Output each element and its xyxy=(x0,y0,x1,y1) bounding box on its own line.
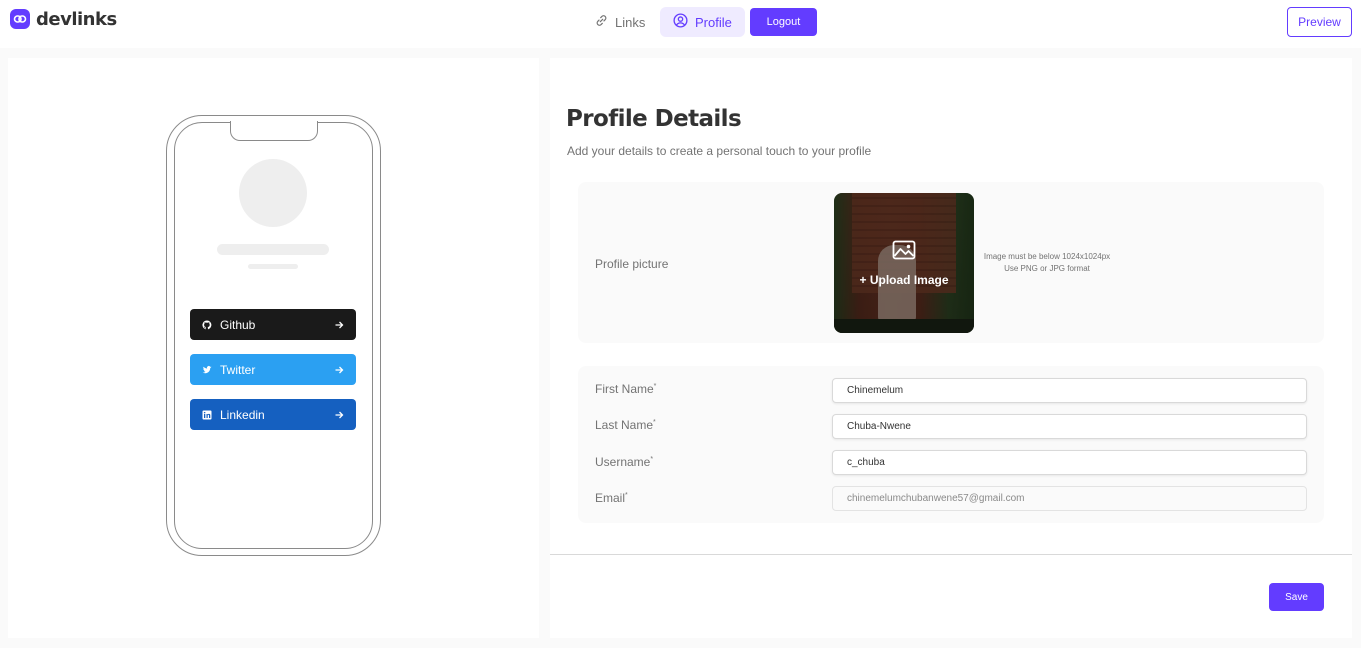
tab-links-label: Links xyxy=(615,14,646,30)
top-nav-bar: devlinks Links Profile Logout Preview xyxy=(0,0,1361,48)
phone-notch xyxy=(230,121,318,141)
email-placeholder xyxy=(248,264,298,269)
first-name-label-text: First Name xyxy=(595,382,654,396)
required-marker: * xyxy=(625,492,628,499)
email-label-text: Email xyxy=(595,491,626,505)
preview-link-label: Github xyxy=(220,317,256,332)
username-label: Username* xyxy=(595,455,653,469)
footer-divider xyxy=(550,554,1352,555)
app-logo[interactable]: devlinks xyxy=(10,8,117,30)
page-subtitle: Add your details to create a personal to… xyxy=(567,144,872,158)
tab-links[interactable]: Links xyxy=(582,7,658,37)
required-marker: * xyxy=(653,383,657,390)
linkedin-icon xyxy=(202,410,212,420)
arrow-right-icon xyxy=(334,320,344,330)
save-button[interactable]: Save xyxy=(1269,583,1324,611)
avatar-placeholder xyxy=(239,159,307,227)
link-icon xyxy=(595,14,608,30)
arrow-right-icon xyxy=(334,365,344,375)
first-name-input[interactable] xyxy=(832,378,1307,403)
upload-hint-format: Use PNG or JPG format xyxy=(1004,264,1090,273)
github-icon xyxy=(202,319,212,330)
upload-hint-size: Image must be below 1024x1024px xyxy=(983,252,1111,261)
required-marker: * xyxy=(650,456,654,463)
email-label: Email* xyxy=(595,491,628,505)
username-input[interactable] xyxy=(832,450,1307,475)
required-marker: * xyxy=(653,419,656,426)
preview-link-linkedin[interactable]: Linkedin xyxy=(190,399,356,430)
first-name-label: First Name* xyxy=(595,382,656,396)
preview-link-label: Twitter xyxy=(220,362,256,377)
tab-profile[interactable]: Profile xyxy=(660,7,745,37)
preview-link-label: Linkedin xyxy=(220,407,265,422)
profile-picture-label: Profile picture xyxy=(595,257,669,271)
twitter-icon xyxy=(202,365,212,375)
link-chain-icon xyxy=(10,9,30,29)
phone-preview-panel: Github Twitter Linkedin xyxy=(8,58,539,638)
preview-button[interactable]: Preview xyxy=(1287,7,1352,37)
logo-text: devlinks xyxy=(36,8,117,30)
profile-details-panel: Profile Details Add your details to crea… xyxy=(550,58,1352,638)
arrow-right-icon xyxy=(334,410,344,420)
profile-fields-section: First Name* Last Name* Username* Email* xyxy=(578,366,1324,523)
preview-link-twitter[interactable]: Twitter xyxy=(190,354,356,385)
last-name-label: Last Name* xyxy=(595,418,656,432)
email-input[interactable] xyxy=(832,486,1307,511)
upload-image-button[interactable]: + Upload Image xyxy=(834,193,974,333)
name-placeholder xyxy=(217,244,329,255)
preview-link-github[interactable]: Github xyxy=(190,309,356,340)
upload-overlay: + Upload Image xyxy=(834,193,974,333)
user-circle-icon xyxy=(673,13,688,31)
username-label-text: Username xyxy=(595,455,651,469)
upload-hint: Image must be below 1024x1024px Use PNG … xyxy=(978,251,1116,275)
page-title: Profile Details xyxy=(566,106,742,132)
upload-image-label: + Upload Image xyxy=(859,272,949,287)
last-name-label-text: Last Name xyxy=(595,418,654,432)
profile-picture-section: Profile picture + Upload Image Image mus… xyxy=(578,182,1324,343)
tab-profile-label: Profile xyxy=(695,14,732,30)
last-name-input[interactable] xyxy=(832,414,1307,439)
logout-button[interactable]: Logout xyxy=(750,8,817,36)
image-icon xyxy=(892,240,916,265)
